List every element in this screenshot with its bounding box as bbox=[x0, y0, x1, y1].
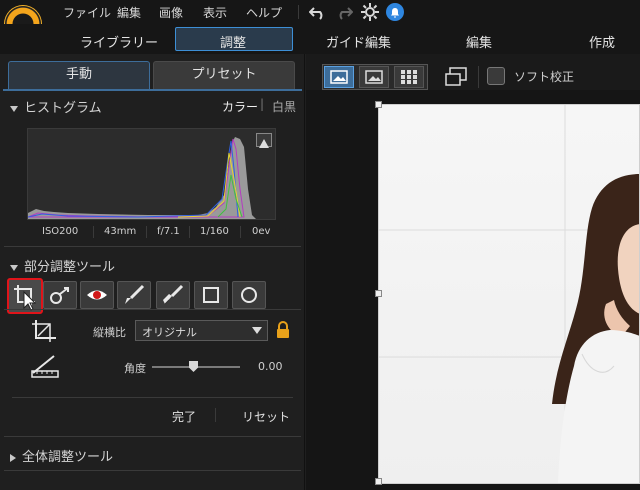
aspect-ratio-label: 縦横比 bbox=[93, 326, 126, 339]
screen-fit-icon[interactable] bbox=[444, 66, 468, 88]
lock-icon[interactable] bbox=[276, 321, 290, 339]
square-mask-icon bbox=[203, 287, 219, 303]
section-divider bbox=[4, 436, 301, 437]
tab-underline bbox=[3, 89, 302, 91]
local-tools-section-header[interactable]: 部分調整ツール bbox=[10, 256, 115, 275]
menu-edit[interactable]: 編集 bbox=[117, 4, 141, 21]
aspect-ratio-select[interactable]: オリジナル bbox=[135, 320, 268, 341]
soft-proof-label: ソフト校正 bbox=[514, 70, 575, 84]
histogram-section-header[interactable]: ヒストグラム bbox=[10, 97, 102, 116]
histogram-option-separator: | bbox=[260, 97, 265, 111]
square-mask-tool-button[interactable] bbox=[194, 281, 228, 309]
global-tools-section-header[interactable]: 全体調整ツール bbox=[10, 446, 113, 465]
menu-help[interactable]: ヘルプ bbox=[246, 4, 282, 21]
mode-tab-edit[interactable]: 編集 bbox=[466, 32, 492, 51]
local-tools-title: 部分調整ツール bbox=[24, 260, 116, 275]
clipping-warning-icon[interactable] bbox=[256, 133, 272, 148]
exif-shutter: 1/160 bbox=[200, 226, 229, 237]
aspect-ratio-value: オリジナル bbox=[142, 326, 197, 339]
notification-bell-icon[interactable] bbox=[386, 3, 404, 21]
photo-icon bbox=[365, 70, 383, 84]
crop-handle-left[interactable] bbox=[375, 290, 382, 297]
mode-tab-guided-edit[interactable]: ガイド編集 bbox=[326, 32, 391, 51]
exif-divider bbox=[189, 226, 190, 238]
button-divider bbox=[215, 408, 216, 422]
redo-icon[interactable] bbox=[335, 4, 353, 20]
menu-view[interactable]: 表示 bbox=[203, 4, 227, 21]
section-divider bbox=[4, 246, 301, 247]
toolbar-divider bbox=[478, 66, 479, 88]
crop-handle-top-left[interactable] bbox=[375, 101, 382, 108]
circle-mask-icon bbox=[241, 287, 257, 303]
expand-arrow-icon bbox=[10, 453, 16, 462]
exif-divider bbox=[93, 226, 94, 238]
menu-divider bbox=[298, 5, 299, 19]
compare-view-button[interactable] bbox=[359, 66, 389, 88]
crop-divider bbox=[12, 397, 293, 398]
exif-exposure: 0ev bbox=[252, 226, 271, 237]
menu-file[interactable]: ファイル bbox=[63, 4, 111, 21]
app-window: ファイル 編集 画像 表示 ヘルプ ライブラリー 調整 ガイド編集 編集 作成 … bbox=[0, 0, 640, 490]
clone-tool-button[interactable] bbox=[43, 281, 77, 309]
exif-divider bbox=[240, 226, 241, 238]
settings-gear-icon[interactable] bbox=[361, 3, 379, 21]
grid-view-button[interactable] bbox=[394, 66, 424, 88]
straighten-icon bbox=[31, 355, 59, 378]
single-photo-icon bbox=[330, 70, 348, 84]
mode-tab-library[interactable]: ライブラリー bbox=[80, 32, 158, 51]
clone-icon bbox=[50, 287, 69, 304]
red-eye-tool-button[interactable] bbox=[80, 281, 114, 309]
angle-value: 0.00 bbox=[258, 360, 283, 373]
crop-frame[interactable] bbox=[378, 104, 640, 484]
soft-proof-checkbox[interactable] bbox=[487, 67, 505, 85]
single-view-button[interactable] bbox=[324, 66, 354, 88]
exif-divider bbox=[146, 226, 147, 238]
grid-icon bbox=[401, 70, 417, 84]
menu-image[interactable]: 画像 bbox=[159, 4, 183, 21]
crop-icon bbox=[14, 285, 37, 311]
crop-handle-bottom-left[interactable] bbox=[375, 478, 382, 485]
histogram-color-option[interactable]: カラー bbox=[222, 98, 258, 115]
section-divider bbox=[4, 470, 301, 471]
done-button[interactable]: 完了 bbox=[172, 408, 196, 425]
eraser-brush-tool-button[interactable] bbox=[156, 281, 190, 309]
reset-button[interactable]: リセット bbox=[242, 408, 290, 425]
collapse-arrow-icon bbox=[10, 105, 18, 112]
undo-icon[interactable] bbox=[309, 4, 327, 20]
eraser-brush-icon bbox=[163, 284, 184, 305]
angle-label: 角度 bbox=[124, 362, 146, 375]
histogram-graph bbox=[27, 128, 276, 220]
exif-iso: ISO200 bbox=[42, 226, 79, 237]
red-eye-icon bbox=[87, 290, 107, 300]
tools-divider bbox=[4, 309, 301, 310]
tab-preset[interactable]: プリセット bbox=[153, 61, 295, 89]
brush-tool-button[interactable] bbox=[117, 281, 151, 309]
chevron-down-icon bbox=[252, 327, 262, 334]
brush-icon bbox=[125, 284, 145, 304]
histogram-plot bbox=[27, 137, 256, 219]
histogram-mono-option[interactable]: 白黒 bbox=[272, 98, 296, 115]
mode-tab-create[interactable]: 作成 bbox=[589, 32, 615, 51]
tab-manual[interactable]: 手動 bbox=[8, 61, 150, 89]
collapse-arrow-icon bbox=[10, 264, 18, 271]
exif-focal-length: 43mm bbox=[104, 226, 137, 237]
global-tools-title: 全体調整ツール bbox=[22, 450, 114, 465]
crop-ratio-icon bbox=[32, 320, 56, 342]
histogram-title: ヒストグラム bbox=[24, 101, 102, 116]
exif-aperture: f/7.1 bbox=[157, 226, 180, 237]
mode-tab-adjust[interactable]: 調整 bbox=[220, 32, 246, 51]
circle-mask-tool-button[interactable] bbox=[232, 281, 266, 309]
